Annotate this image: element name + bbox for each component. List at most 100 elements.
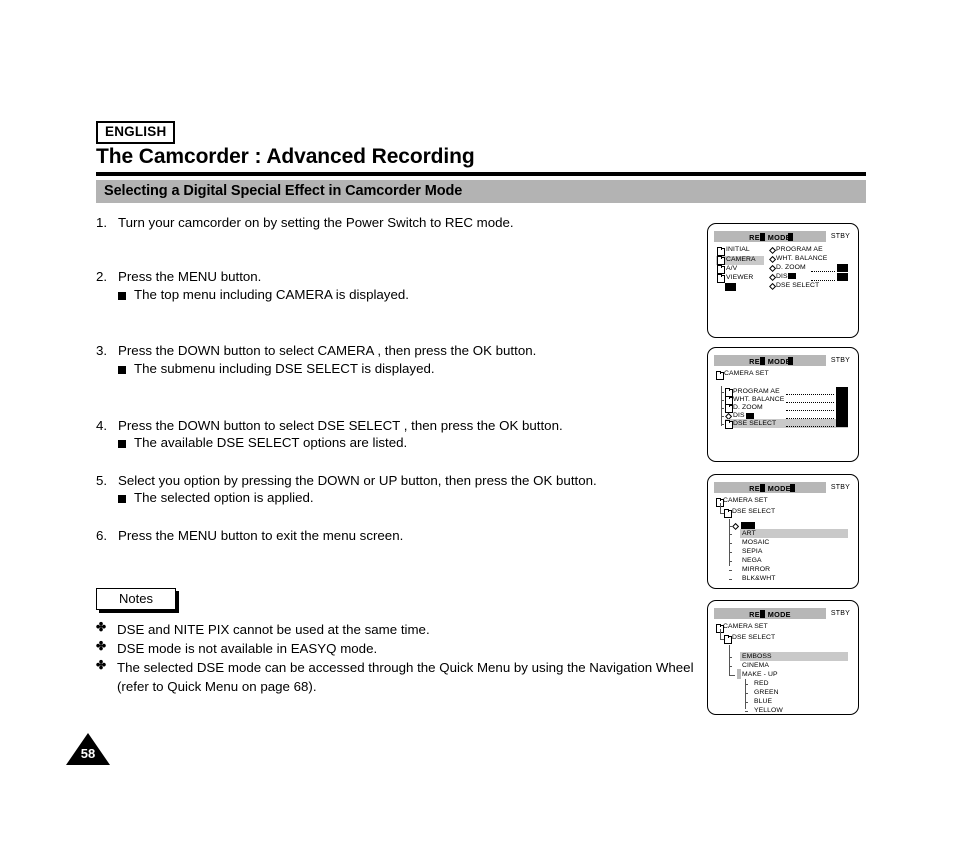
lcd4-color-blue: BLUE xyxy=(754,698,773,705)
lcd-title-bar: REC MODE xyxy=(714,355,826,366)
bullet-square-icon xyxy=(118,366,126,374)
page-number-badge: 58 xyxy=(66,733,110,765)
lcd4-color-yellow: YELLOW xyxy=(754,707,783,714)
step-text: Press the DOWN button to select CAMERA ,… xyxy=(118,343,537,358)
tree-tick xyxy=(745,684,748,685)
tree-tick xyxy=(721,424,724,425)
lcd3-option-blkwht: BLK&WHT xyxy=(742,575,776,582)
lcd3-option-art: ART xyxy=(742,530,756,537)
lcd2-root-camera-set: CAMERA SET xyxy=(724,370,769,377)
value-block-icon xyxy=(837,273,848,281)
step-number: 1. xyxy=(96,215,108,230)
bullet-square-icon xyxy=(118,495,126,503)
lcd4-subroot-dse-select: DSE SELECT xyxy=(732,634,776,641)
step-number: 4. xyxy=(96,418,108,433)
tree-line xyxy=(729,675,735,676)
dotted-leader xyxy=(786,393,834,395)
folder-icon xyxy=(724,508,732,518)
lcd1-item-initial: INITIAL xyxy=(726,246,750,253)
step-text: Press the MENU button. xyxy=(118,269,262,284)
value-block-icon xyxy=(836,395,848,403)
step-text: Turn your camcorder on by setting the Po… xyxy=(118,215,514,230)
value-block-icon xyxy=(836,419,848,427)
tree-tick xyxy=(745,693,748,694)
lcd4-option-emboss: EMBOSS xyxy=(742,653,772,660)
dotted-leader xyxy=(786,425,834,427)
lcd-selection-highlight xyxy=(740,529,848,538)
cursor-block-icon xyxy=(725,283,736,291)
lcd2-item-dse-select: DSE SELECT xyxy=(733,420,777,427)
tree-tick xyxy=(721,408,724,409)
lcd-title: REC MODE xyxy=(749,232,791,242)
title-block-icon xyxy=(760,484,765,492)
sub-text: The top menu including CAMERA is display… xyxy=(134,287,409,302)
sub-text: The submenu including DSE SELECT is disp… xyxy=(134,361,435,376)
tree-tick xyxy=(729,657,732,658)
title-block-icon xyxy=(760,233,765,241)
lcd4-option-makeup: MAKE - UP xyxy=(742,671,778,678)
notes-label: Notes xyxy=(96,588,176,610)
lcd1-sub-d-zoom: D. ZOOM xyxy=(776,264,806,271)
lcd-title: REC MODE xyxy=(749,483,791,493)
lcd-screen-2: REC MODE STBY CAMERA SET PROGRAM AE WHT.… xyxy=(707,347,859,462)
title-block-icon xyxy=(790,484,795,492)
lcd-title-bar: REC MODE xyxy=(714,482,826,493)
dotted-leader xyxy=(786,409,834,411)
lcd1-item-camera: CAMERA xyxy=(726,256,756,263)
sub-text: The selected option is applied. xyxy=(134,490,314,505)
tree-tick xyxy=(745,711,748,712)
value-block-icon xyxy=(836,411,848,419)
note-text: DSE and NITE PIX cannot be used at the s… xyxy=(117,622,430,637)
lcd-title-bar: REC MODE xyxy=(714,231,826,242)
lcd4-option-cinema: CINEMA xyxy=(742,662,770,669)
tree-tick xyxy=(729,570,732,571)
lcd-screen-1: REC MODE STBY INITIAL CAMERA A/V VIEWER … xyxy=(707,223,859,338)
value-block-icon xyxy=(836,387,848,395)
note-bullet-icon: ✤ xyxy=(96,620,107,634)
section-title: Selecting a Digital Special Effect in Ca… xyxy=(104,183,463,199)
page-number: 58 xyxy=(80,746,96,761)
folder-icon xyxy=(725,419,733,429)
step-text: Select you option by pressing the DOWN o… xyxy=(118,473,597,488)
note-text: The selected DSE mode can be accessed th… xyxy=(117,660,694,695)
folder-icon xyxy=(725,403,733,413)
step-number: 6. xyxy=(96,528,108,543)
lcd-title-bar: REC MODE xyxy=(714,608,826,619)
bullet-square-icon xyxy=(118,292,126,300)
lcd-title: REC MODE xyxy=(749,356,791,366)
lcd1-item-av: A/V xyxy=(726,265,738,272)
folder-icon xyxy=(717,246,725,256)
lcd3-root-camera-set: CAMERA SET xyxy=(723,497,768,504)
title-block-icon xyxy=(788,357,793,365)
folder-icon xyxy=(717,264,725,274)
lcd-status: STBY xyxy=(830,609,850,617)
lcd1-item-viewer: VIEWER xyxy=(726,274,754,281)
dis-glyph-icon xyxy=(788,272,796,279)
page-title: The Camcorder : Advanced Recording xyxy=(96,145,475,168)
dotted-leader xyxy=(786,401,834,403)
title-block-icon xyxy=(760,610,765,618)
folder-icon xyxy=(717,273,725,283)
lcd1-sub-program-ae: PROGRAM AE xyxy=(776,246,823,253)
lcd3-option-nega: NEGA xyxy=(742,557,762,564)
value-block-icon xyxy=(836,403,848,411)
tree-tick xyxy=(729,666,732,667)
lcd4-color-red: RED xyxy=(754,680,769,687)
bullet-square-icon xyxy=(118,440,126,448)
tree-tick xyxy=(729,543,732,544)
folder-icon xyxy=(716,370,724,380)
tree-tick xyxy=(721,400,724,401)
lcd4-color-green: GREEN xyxy=(754,689,779,696)
title-block-icon xyxy=(788,233,793,241)
lcd-screen-3: REC MODE STBY CAMERA SET DSE SELECT ART … xyxy=(707,474,859,589)
lcd-status: STBY xyxy=(830,232,850,240)
lcd-status: STBY xyxy=(830,356,850,364)
lcd-screen-4: REC MODE STBY CAMERA SET DSE SELECT EMBO… xyxy=(707,600,859,715)
lcd3-option-mosaic: MOSAIC xyxy=(742,539,770,546)
value-block-icon xyxy=(837,264,848,272)
makeup-marker-icon xyxy=(737,669,741,679)
folder-icon xyxy=(717,255,725,265)
dotted-leader xyxy=(811,270,835,272)
tree-tick xyxy=(745,702,748,703)
language-badge: ENGLISH xyxy=(96,121,176,144)
